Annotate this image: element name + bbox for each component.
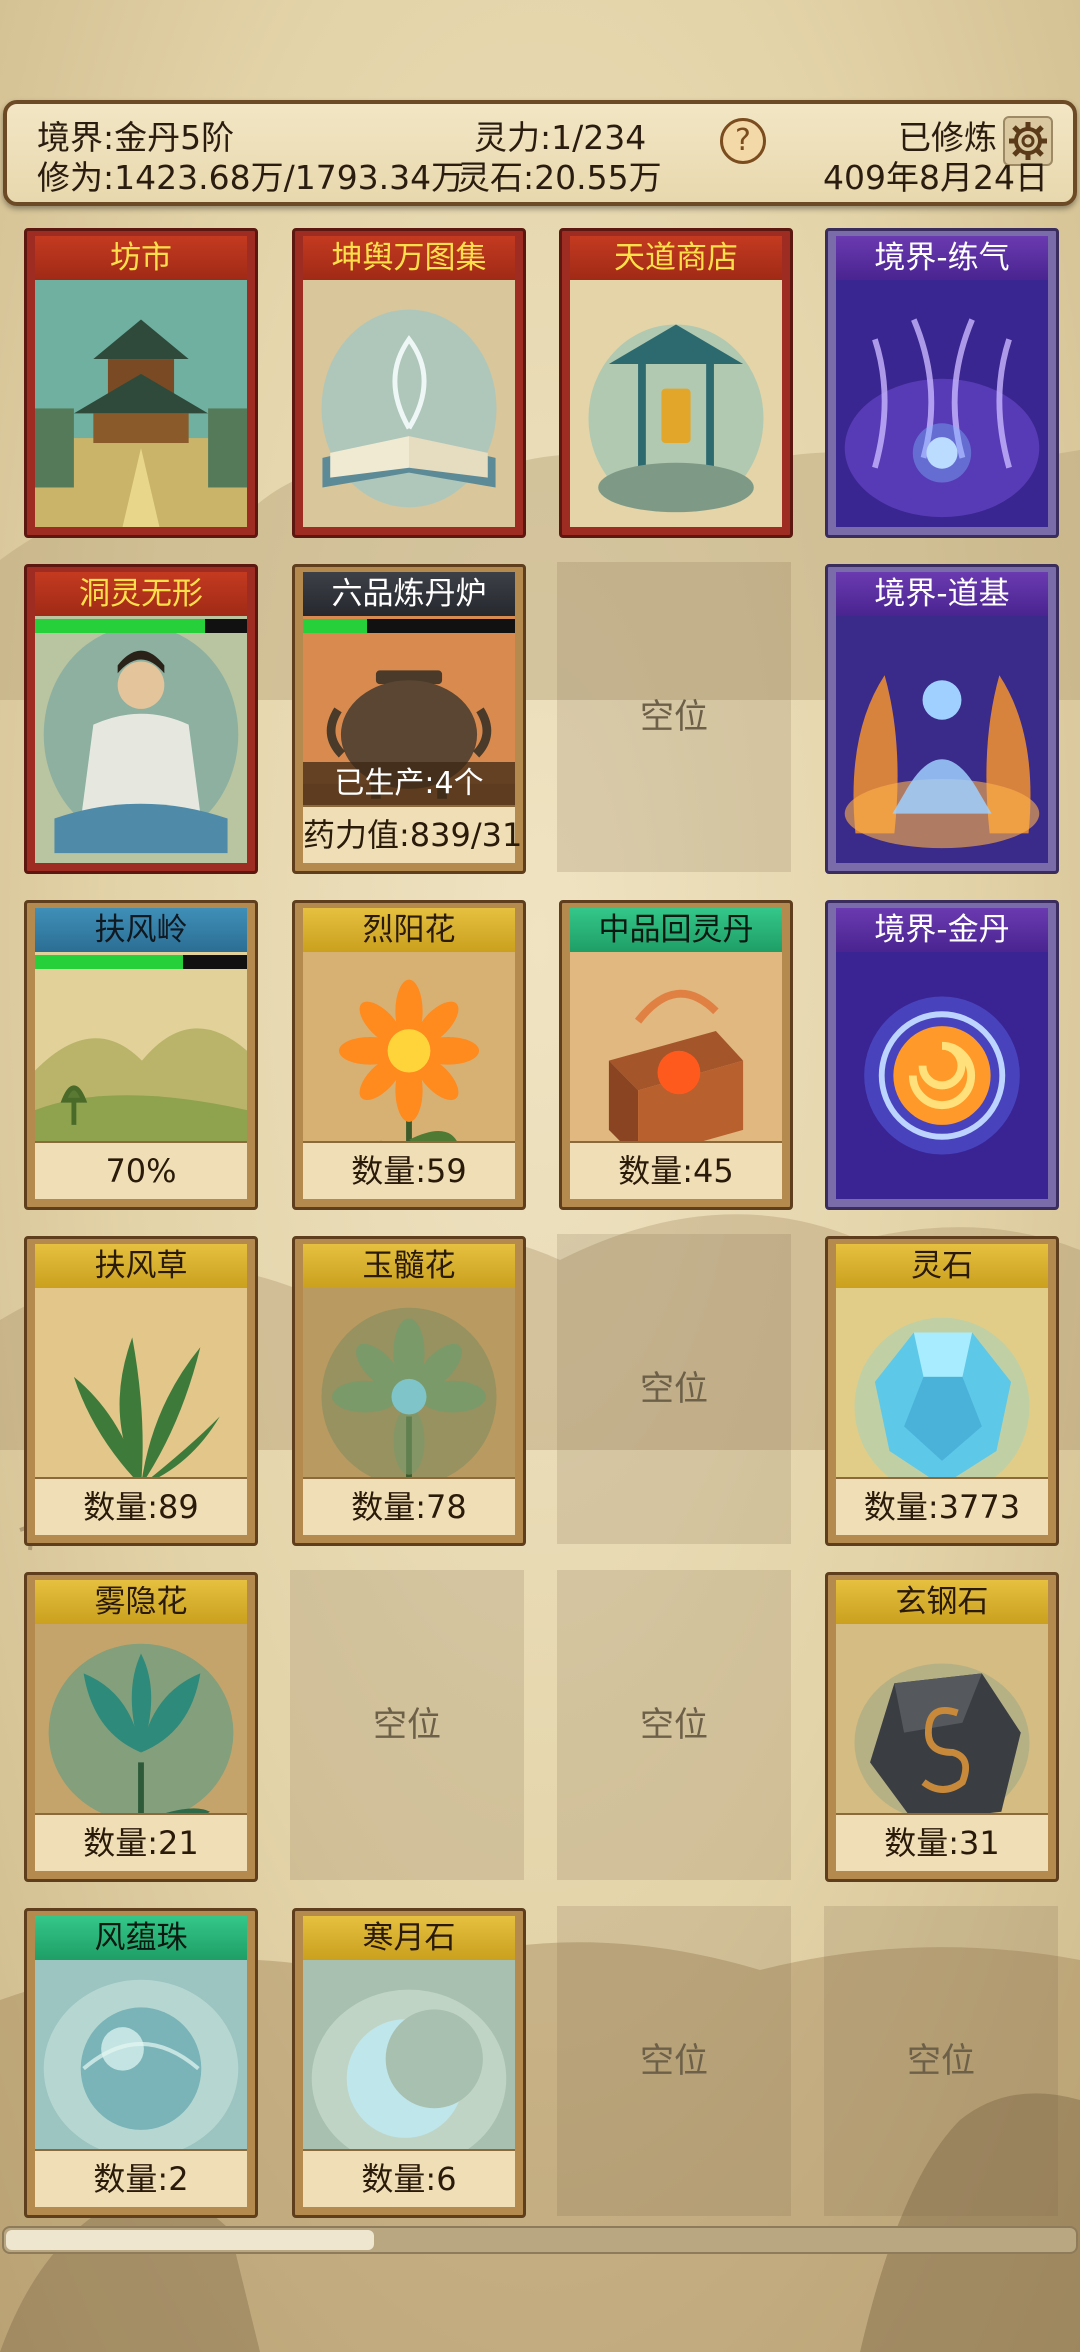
item-count: 数量:21 [35,1813,247,1871]
card-title: 境界-金丹 [836,908,1048,954]
card-title: 灵石 [836,1244,1048,1290]
purple-spirit-swirl-icon [836,280,1048,527]
card-title: 风蕴珠 [35,1916,247,1962]
flame-meditator-icon [836,616,1048,863]
potency-value: 药力值:839/31 [303,805,522,863]
card-title: 玄钢石 [836,1580,1048,1626]
card-furnace[interactable]: 六品炼丹炉 已生产:4个 药力值:839/31 [292,564,526,874]
spirit-power-label: 灵力:1/234 [474,118,647,157]
empty-slot[interactable]: 空位 [557,1234,791,1544]
card-title: 中品回灵丹 [570,908,782,954]
meditating-cultivator-icon [35,616,247,863]
open-book-icon [303,280,515,527]
card-title: 雾隐花 [35,1580,247,1626]
progress-percent: 70% [35,1141,247,1199]
card-fufengcao[interactable]: 扶风草 数量:89 [24,1236,258,1546]
card-title: 境界-道基 [836,572,1048,618]
scrollbar-thumb[interactable] [6,2230,374,2250]
card-xuangangshi[interactable]: 玄钢石 数量:31 [825,1572,1059,1882]
realm-label: 境界:金丹5阶 [37,118,235,157]
card-realm-golden[interactable]: 境界-金丹 [825,900,1059,1210]
spirit-stone-total: 灵石:20.55万 [457,158,662,197]
card-title: 六品炼丹炉 [303,572,515,618]
card-shop[interactable]: 天道商店 [559,228,793,538]
cultivation-status: 已修炼 [898,118,997,157]
empty-slot[interactable]: 空位 [290,1570,524,1880]
card-realm-foundation[interactable]: 境界-道基 [825,564,1059,874]
golden-core-orb-icon [836,952,1048,1199]
card-title: 坊市 [35,236,247,282]
card-title: 天道商店 [570,236,782,282]
shrine-talisman-icon [570,280,782,527]
market-pagoda-icon [35,280,247,527]
progress-bar [35,619,247,633]
empty-slot[interactable]: 空位 [824,1906,1058,2216]
empty-slot[interactable]: 空位 [557,1906,791,2216]
card-huilingdan[interactable]: 中品回灵丹 数量:45 [559,900,793,1210]
card-realm-qi[interactable]: 境界-练气 [825,228,1059,538]
card-lingshi[interactable]: 灵石 数量:3773 [825,1236,1059,1546]
item-count: 数量:6 [303,2149,515,2207]
card-title: 扶风草 [35,1244,247,1290]
status-header: 境界:金丹5阶 灵力:1/234 ? 已修炼 修为:1423.68万/1793.… [3,100,1077,206]
item-count: 数量:89 [35,1477,247,1535]
cultivation-value: 修为:1423.68万/1793.34万 [37,158,465,197]
card-fufengling[interactable]: 扶风岭 70% [24,900,258,1210]
item-count: 数量:3773 [836,1477,1048,1535]
card-yusuihua[interactable]: 玉髓花 数量:78 [292,1236,526,1546]
card-title: 寒月石 [303,1916,515,1962]
progress-bar [35,955,247,969]
card-title: 坤舆万图集 [303,236,515,282]
card-hanyueshi[interactable]: 寒月石 数量:6 [292,1908,526,2218]
item-count: 数量:59 [303,1141,515,1199]
progress-bar [303,619,515,633]
produced-count: 已生产:4个 [303,762,515,806]
empty-slot[interactable]: 空位 [557,562,791,872]
card-atlas[interactable]: 坤舆万图集 [292,228,526,538]
item-count: 数量:31 [836,1813,1048,1871]
empty-slot[interactable]: 空位 [557,1570,791,1880]
game-date: 409年8月24日 [823,158,1048,197]
card-market[interactable]: 坊市 [24,228,258,538]
card-fengyunzhu[interactable]: 风蕴珠 数量:2 [24,1908,258,2218]
item-count: 数量:2 [35,2149,247,2207]
card-dongling[interactable]: 洞灵无形 [24,564,258,874]
help-button[interactable]: ? [720,118,766,164]
card-title: 境界-练气 [836,236,1048,282]
card-wuyinhua[interactable]: 雾隐花 数量:21 [24,1572,258,1882]
card-title: 扶风岭 [35,908,247,954]
card-lieyanghua[interactable]: 烈阳花 数量:59 [292,900,526,1210]
item-count: 数量:78 [303,1477,515,1535]
item-count: 数量:45 [570,1141,782,1199]
horizontal-scrollbar[interactable] [2,2226,1078,2254]
card-title: 洞灵无形 [35,572,247,618]
card-title: 烈阳花 [303,908,515,954]
card-title: 玉髓花 [303,1244,515,1290]
